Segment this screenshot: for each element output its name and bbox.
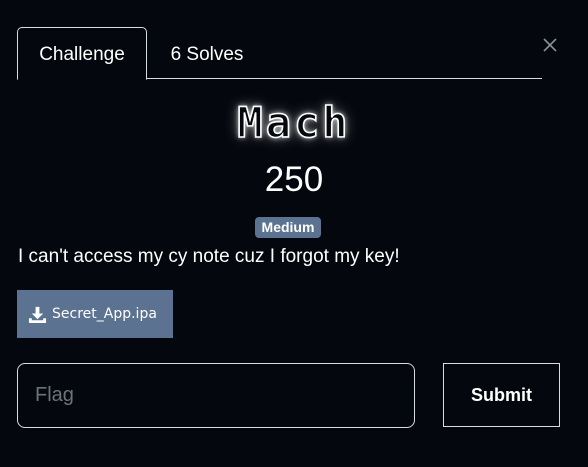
challenge-title: Mach (237, 97, 351, 148)
challenge-description: I can't access my cy note cuz I forgot m… (18, 246, 400, 267)
tab-solves[interactable]: 6 Solves (147, 27, 267, 80)
close-icon[interactable] (541, 36, 559, 54)
download-icon (28, 306, 47, 323)
tab-bar: Challenge 6 Solves (17, 27, 542, 80)
challenge-points: 250 (264, 160, 324, 199)
challenge-modal: Challenge 6 Solves Mach 250 Medium I can… (0, 0, 588, 467)
flag-input[interactable] (17, 363, 415, 428)
submit-button[interactable]: Submit (443, 363, 560, 427)
difficulty-badge: Medium (255, 217, 321, 238)
tab-challenge[interactable]: Challenge (17, 27, 147, 80)
download-file-button[interactable]: Secret_App.ipa (17, 290, 173, 338)
file-name-label: Secret_App.ipa (52, 306, 157, 322)
